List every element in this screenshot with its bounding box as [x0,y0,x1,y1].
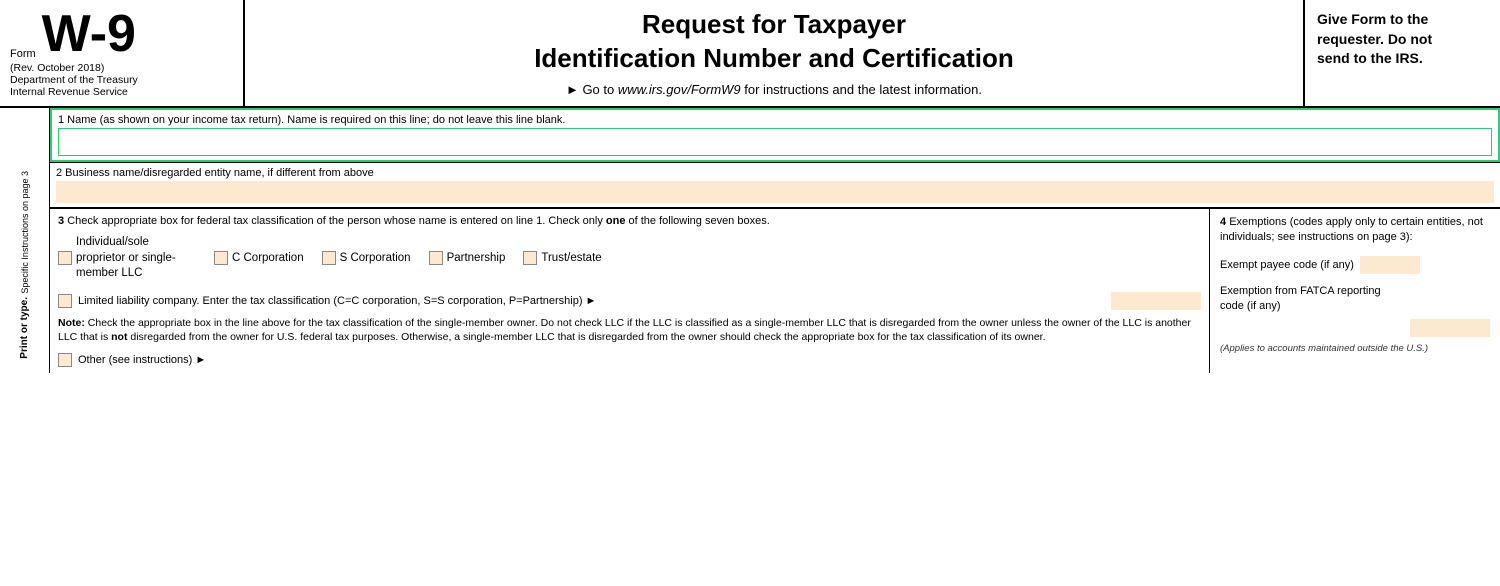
other-text: Other (see instructions) ► [78,354,206,366]
exempt-row: Exempt payee code (if any) [1220,256,1490,274]
header-left: Form W-9 (Rev. October 2018) Department … [0,0,245,106]
applies-note: (Applies to accounts maintained outside … [1220,343,1490,354]
note-label: Note: [58,317,85,329]
header-center: Request for Taxpayer Identification Numb… [245,0,1305,106]
llc-text: Limited liability company. Enter the tax… [78,295,1105,307]
form-number: W-9 [42,8,136,60]
field2-container: 2 Business name/disregarded entity name,… [50,162,1500,208]
field2-input[interactable] [56,181,1494,203]
field2-label: 2 Business name/disregarded entity name,… [56,167,1494,179]
sidebar-text-container: Specific Instructions on page 3 Print or… [19,171,30,363]
checkbox-c-corp-label: C Corporation [232,252,304,264]
section4: 4 Exemptions (codes apply only to certai… [1210,209,1500,373]
right-text-line2: requester. Do not [1317,30,1488,50]
right-text-line1: Give Form to the [1317,10,1488,30]
page: Form W-9 (Rev. October 2018) Department … [0,0,1500,586]
dept-line1: Department of the Treasury [10,74,233,86]
dept-line2: Internal Revenue Service [10,86,233,98]
section3-num: 3 [58,215,64,227]
sidebar-text-bottom: Print or type. [19,297,30,359]
llc-input[interactable] [1111,292,1201,310]
header-right: Give Form to the requester. Do not send … [1305,0,1500,106]
main-title-line1: Request for Taxpayer [265,8,1283,42]
fatca-text: Exemption from FATCA reporting code (if … [1220,284,1490,315]
checkbox-s-corp: S Corporation [322,251,411,265]
body-wrapper: Specific Instructions on page 3 Print or… [0,108,1500,373]
section-row: 3 Check appropriate box for federal tax … [50,208,1500,373]
note-text2: disregarded from the owner for U.S. fede… [130,331,1045,343]
other-row: Other (see instructions) ► [58,353,1201,367]
note-bold2: not [111,331,127,343]
checkbox-partnership-box[interactable] [429,251,443,265]
checkbox-llc-box[interactable] [58,294,72,308]
checkbox-trust: Trust/estate [523,251,601,265]
section3-bold: one [606,215,626,227]
checkbox-s-corp-label: S Corporation [340,252,411,264]
section3: 3 Check appropriate box for federal tax … [50,209,1210,373]
section4-text: Exemptions (codes apply only to certain … [1220,216,1483,243]
checkbox-s-corp-box[interactable] [322,251,336,265]
form-label: Form [10,48,36,60]
checkbox-other-box[interactable] [58,353,72,367]
rev-info: (Rev. October 2018) [10,62,233,74]
subtitle-prefix: ► Go to [566,82,618,97]
llc-row: Limited liability company. Enter the tax… [58,292,1201,310]
header: Form W-9 (Rev. October 2018) Department … [0,0,1500,108]
checkbox-partnership: Partnership [429,251,506,265]
checkbox-c-corp: C Corporation [214,251,304,265]
subtitle: ► Go to www.irs.gov/FormW9 for instructi… [265,82,1283,97]
fatca-input[interactable] [1410,319,1490,337]
sidebar-text-top: Specific Instructions on page 3 [20,171,30,294]
section3-text1: Check appropriate box for federal tax cl… [67,215,603,227]
section4-num: 4 [1220,216,1229,228]
checkbox-individual-box[interactable] [58,251,72,265]
checkbox-partnership-label: Partnership [447,252,506,264]
fatca-line1: Exemption from FATCA reporting [1220,285,1381,297]
section4-header: 4 Exemptions (codes apply only to certai… [1220,215,1490,246]
section3-header: 3 Check appropriate box for federal tax … [58,215,1201,227]
field1-container: 1 Name (as shown on your income tax retu… [50,108,1500,162]
checkbox-individual: Individual/sole proprietor or single-mem… [58,235,196,282]
checkbox-trust-box[interactable] [523,251,537,265]
content: 1 Name (as shown on your income tax retu… [50,108,1500,373]
main-title-line2: Identification Number and Certification [265,42,1283,76]
field1-label: 1 Name (as shown on your income tax retu… [58,114,1492,126]
sidebar: Specific Instructions on page 3 Print or… [0,108,50,373]
note-block: Note: Check the appropriate box in the l… [58,316,1201,345]
exempt-label: Exempt payee code (if any) [1220,259,1354,271]
fatca-line2: code (if any) [1220,300,1281,312]
exempt-input[interactable] [1360,256,1420,274]
checkbox-individual-label: Individual/sole proprietor or single-mem… [76,235,196,282]
right-text-line3: send to the IRS. [1317,49,1488,69]
checkboxes-row: Individual/sole proprietor or single-mem… [58,235,1201,282]
field1-input[interactable] [58,128,1492,156]
fatca-input-row [1220,319,1490,337]
checkbox-c-corp-box[interactable] [214,251,228,265]
subtitle-suffix: for instructions and the latest informat… [741,82,982,97]
section3-text2: of the following seven boxes. [629,215,770,227]
subtitle-url: www.irs.gov/FormW9 [618,82,741,97]
checkbox-trust-label: Trust/estate [541,252,601,264]
